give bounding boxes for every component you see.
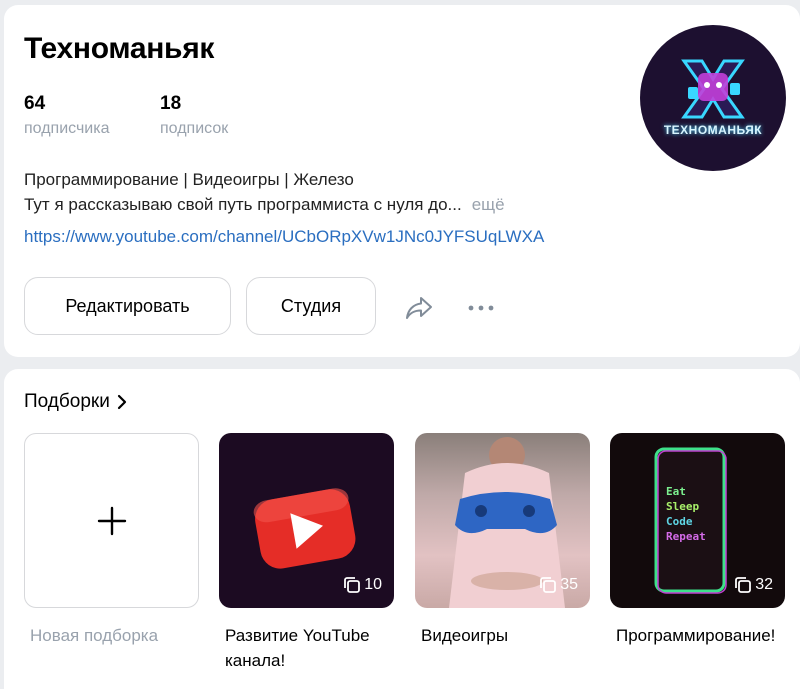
svg-text:Repeat: Repeat xyxy=(666,530,706,543)
chevron-right-icon xyxy=(117,394,126,410)
subscriptions-label[interactable]: подписок xyxy=(160,120,228,138)
collection-count-badge: 10 xyxy=(343,576,382,594)
collection-label-youtube[interactable]: Развитие YouTube канала! xyxy=(225,623,403,673)
copy-icon xyxy=(344,577,361,593)
copy-icon xyxy=(735,577,752,593)
more-icon[interactable] xyxy=(464,293,498,323)
collection-tile-youtube[interactable]: 10 xyxy=(219,433,394,608)
collection-count-badge: 35 xyxy=(539,576,578,594)
collection-label-videogames[interactable]: Видеоигры xyxy=(421,623,599,648)
collection-tile-programming[interactable]: Eat Sleep Code Repeat 32 xyxy=(610,433,785,608)
avatar-text: ТЕХНОМАНЬЯК xyxy=(663,123,763,137)
subscribers-count[interactable]: 64 xyxy=(24,93,45,115)
plus-icon xyxy=(97,506,126,535)
collection-tile-videogames[interactable]: 35 xyxy=(415,433,590,608)
copy-icon xyxy=(540,577,557,593)
avatar-logo-icon xyxy=(681,59,745,119)
subscribers-label[interactable]: подписчика xyxy=(24,120,110,138)
more-link[interactable]: ещё xyxy=(472,195,505,214)
edit-button[interactable]: Редактировать xyxy=(24,277,231,335)
channel-link[interactable]: https://www.youtube.com/channel/UCbORpXV… xyxy=(24,227,544,247)
profile-name: Техноманьяк xyxy=(24,32,215,65)
share-icon[interactable] xyxy=(402,291,436,325)
svg-text:Eat: Eat xyxy=(666,485,686,498)
svg-text:Sleep: Sleep xyxy=(666,500,699,513)
avatar[interactable]: ТЕХНОМАНЬЯК xyxy=(640,25,786,171)
new-collection-tile[interactable] xyxy=(24,433,199,608)
description-line-1: Программирование | Видеоигры | Железо xyxy=(24,170,354,189)
collections-card: Подборки Новая подборка 10 Развитие YouT xyxy=(4,369,800,689)
description-text: Тут я рассказываю свой путь программиста… xyxy=(24,195,462,214)
collection-count-badge: 32 xyxy=(734,576,773,594)
subscriptions-count[interactable]: 18 xyxy=(160,93,181,115)
description-line-2: Тут я рассказываю свой путь программиста… xyxy=(24,195,505,215)
profile-card: Техноманьяк 64 подписчика 18 подписок ТЕ… xyxy=(4,5,800,357)
studio-button[interactable]: Студия xyxy=(246,277,376,335)
svg-text:Code: Code xyxy=(666,515,693,528)
collections-header[interactable]: Подборки xyxy=(24,391,128,413)
collection-label-programming[interactable]: Программирование! xyxy=(616,623,788,648)
new-collection-label[interactable]: Новая подборка xyxy=(30,623,208,648)
collections-title: Подборки xyxy=(24,391,110,412)
